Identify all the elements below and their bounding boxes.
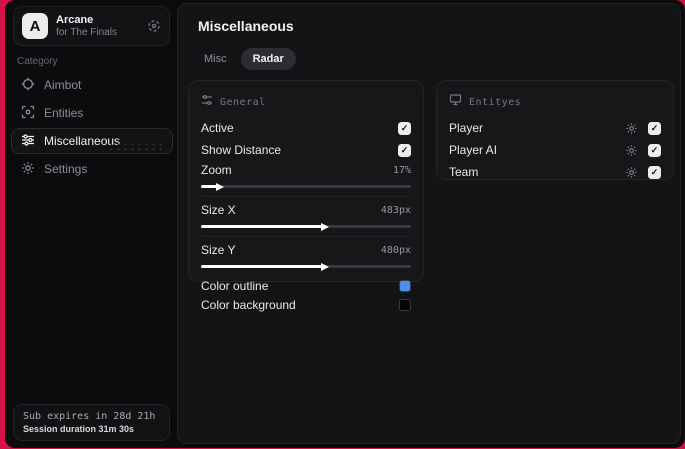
scan-icon (21, 105, 35, 122)
player-gear-icon[interactable] (625, 122, 638, 135)
category-label: Category (17, 56, 58, 67)
panel-title-general: General (220, 96, 266, 108)
page-title: Miscellaneous (198, 18, 294, 34)
player-ai-gear-icon[interactable] (625, 144, 638, 157)
sidebar-item-entities[interactable]: Entities (11, 100, 173, 126)
session-duration-text: Session duration 31m 30s (23, 424, 135, 434)
zoom-slider[interactable] (201, 182, 411, 191)
toggle-row-show-distance: Show Distance (201, 139, 411, 161)
sidebar-item-label: Entities (44, 106, 84, 120)
entities-panel: Entityes Player Player AI (436, 80, 674, 180)
app-logo: A (22, 13, 48, 39)
main-panel: Miscellaneous Misc Radar General Active … (177, 3, 681, 444)
color-background-swatch[interactable] (399, 298, 411, 311)
zoom-value: 17% (392, 164, 411, 176)
entity-row-team: Team (449, 161, 661, 183)
monitor-icon (449, 93, 462, 111)
size-x-value: 483px (380, 204, 411, 216)
app-name: Arcane (56, 13, 94, 26)
sidebar-item-miscellaneous[interactable]: Miscellaneous (11, 128, 173, 154)
slider-row-zoom: Zoom 17% (201, 163, 411, 177)
panel-title-entities: Entityes (469, 96, 522, 108)
divider (201, 196, 411, 197)
tab-bar: Misc Radar (192, 48, 296, 70)
app-window: A Arcane for The Finals Category Aimbot (5, 0, 685, 448)
show-distance-checkbox[interactable] (398, 143, 411, 157)
sidebar-nav: Aimbot Entities Miscellaneous Settings (11, 72, 173, 182)
slider-thumb[interactable] (320, 262, 329, 271)
dots-texture (108, 142, 164, 150)
subscription-card: Sub expires in 28d 21h Session duration … (13, 404, 170, 441)
sub-expires-text: Sub expires in 28d 21h (23, 411, 156, 422)
tab-misc[interactable]: Misc (192, 48, 239, 70)
divider (201, 236, 411, 237)
player-checkbox[interactable] (648, 121, 661, 135)
active-checkbox[interactable] (398, 121, 411, 135)
app-subtitle: for The Finals (56, 26, 117, 38)
loader-icon[interactable] (147, 19, 161, 33)
general-panel: General Active Show Distance Zoom 17% Si… (188, 80, 424, 312)
gear-icon (21, 161, 35, 178)
sidebar-item-settings[interactable]: Settings (11, 156, 173, 182)
crosshair-icon (21, 77, 35, 94)
slider-row-size-y: Size Y 480px (201, 243, 411, 257)
size-x-slider[interactable] (201, 222, 411, 231)
toggle-row-active: Active (201, 117, 411, 139)
slider-thumb[interactable] (215, 182, 224, 191)
app-card: A Arcane for The Finals (13, 6, 170, 46)
slider-row-size-x: Size X 483px (201, 203, 411, 217)
settings-sliders-icon (201, 93, 213, 111)
sidebar-item-label: Settings (44, 162, 88, 176)
color-row-background: Color background (201, 295, 411, 314)
slider-thumb[interactable] (320, 222, 329, 231)
entity-row-player: Player (449, 117, 661, 139)
tab-radar[interactable]: Radar (240, 48, 296, 70)
entity-row-player-ai: Player AI (449, 139, 661, 161)
sidebar-item-aimbot[interactable]: Aimbot (11, 72, 173, 98)
sidebar-item-label: Aimbot (44, 78, 82, 92)
team-gear-icon[interactable] (625, 166, 638, 179)
sliders-icon (21, 133, 35, 150)
player-ai-checkbox[interactable] (648, 143, 661, 157)
color-row-outline: Color outline (201, 276, 411, 295)
team-checkbox[interactable] (648, 165, 661, 179)
sidebar: A Arcane for The Finals Category Aimbot (5, 0, 177, 448)
size-y-slider[interactable] (201, 262, 411, 271)
color-outline-swatch[interactable] (399, 279, 411, 292)
size-y-value: 480px (380, 244, 411, 256)
